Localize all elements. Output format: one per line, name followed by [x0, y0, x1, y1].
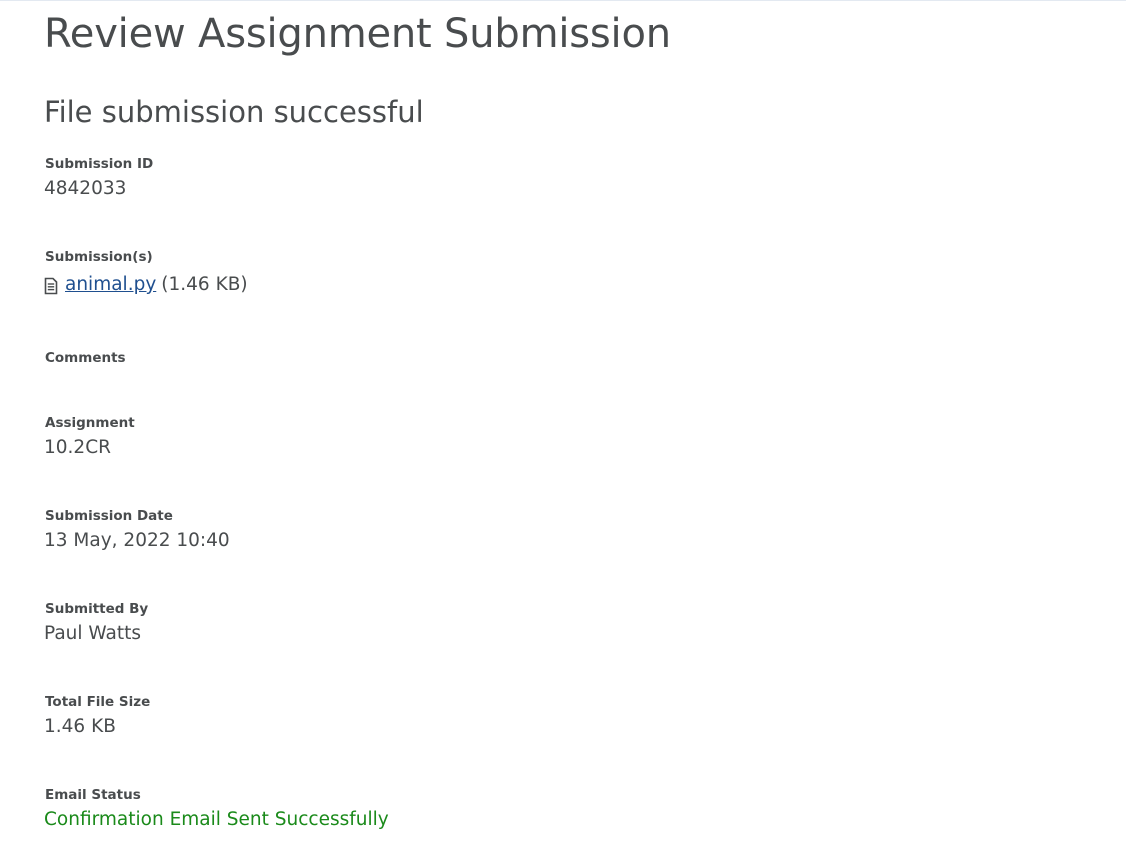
submission-id-label: Submission ID [45, 156, 154, 172]
assignment-value: 10.2CR [44, 437, 111, 458]
submission-date-label: Submission Date [45, 508, 173, 524]
submitted-file-row: animal.py (1.46 KB) [44, 273, 248, 297]
page-title: Review Assignment Submission [44, 11, 671, 57]
total-file-size-value: 1.46 KB [44, 716, 116, 737]
submitted-file-size: (1.46 KB) [161, 274, 248, 295]
top-divider [0, 0, 1126, 1]
email-status-label: Email Status [45, 787, 141, 803]
submission-date-value: 13 May, 2022 10:40 [44, 530, 230, 551]
email-status-value: Confirmation Email Sent Successfully [44, 809, 389, 830]
submitted-by-label: Submitted By [45, 601, 149, 617]
submitted-by-value: Paul Watts [44, 623, 141, 644]
submission-status-heading: File submission successful [44, 95, 424, 129]
submitted-file-link[interactable]: animal.py [65, 273, 156, 297]
assignment-label: Assignment [45, 415, 135, 431]
total-file-size-label: Total File Size [45, 694, 151, 710]
submission-id-value: 4842033 [44, 178, 127, 199]
comments-label: Comments [45, 350, 126, 366]
submissions-label: Submission(s) [45, 249, 153, 265]
file-text-icon [44, 277, 58, 295]
